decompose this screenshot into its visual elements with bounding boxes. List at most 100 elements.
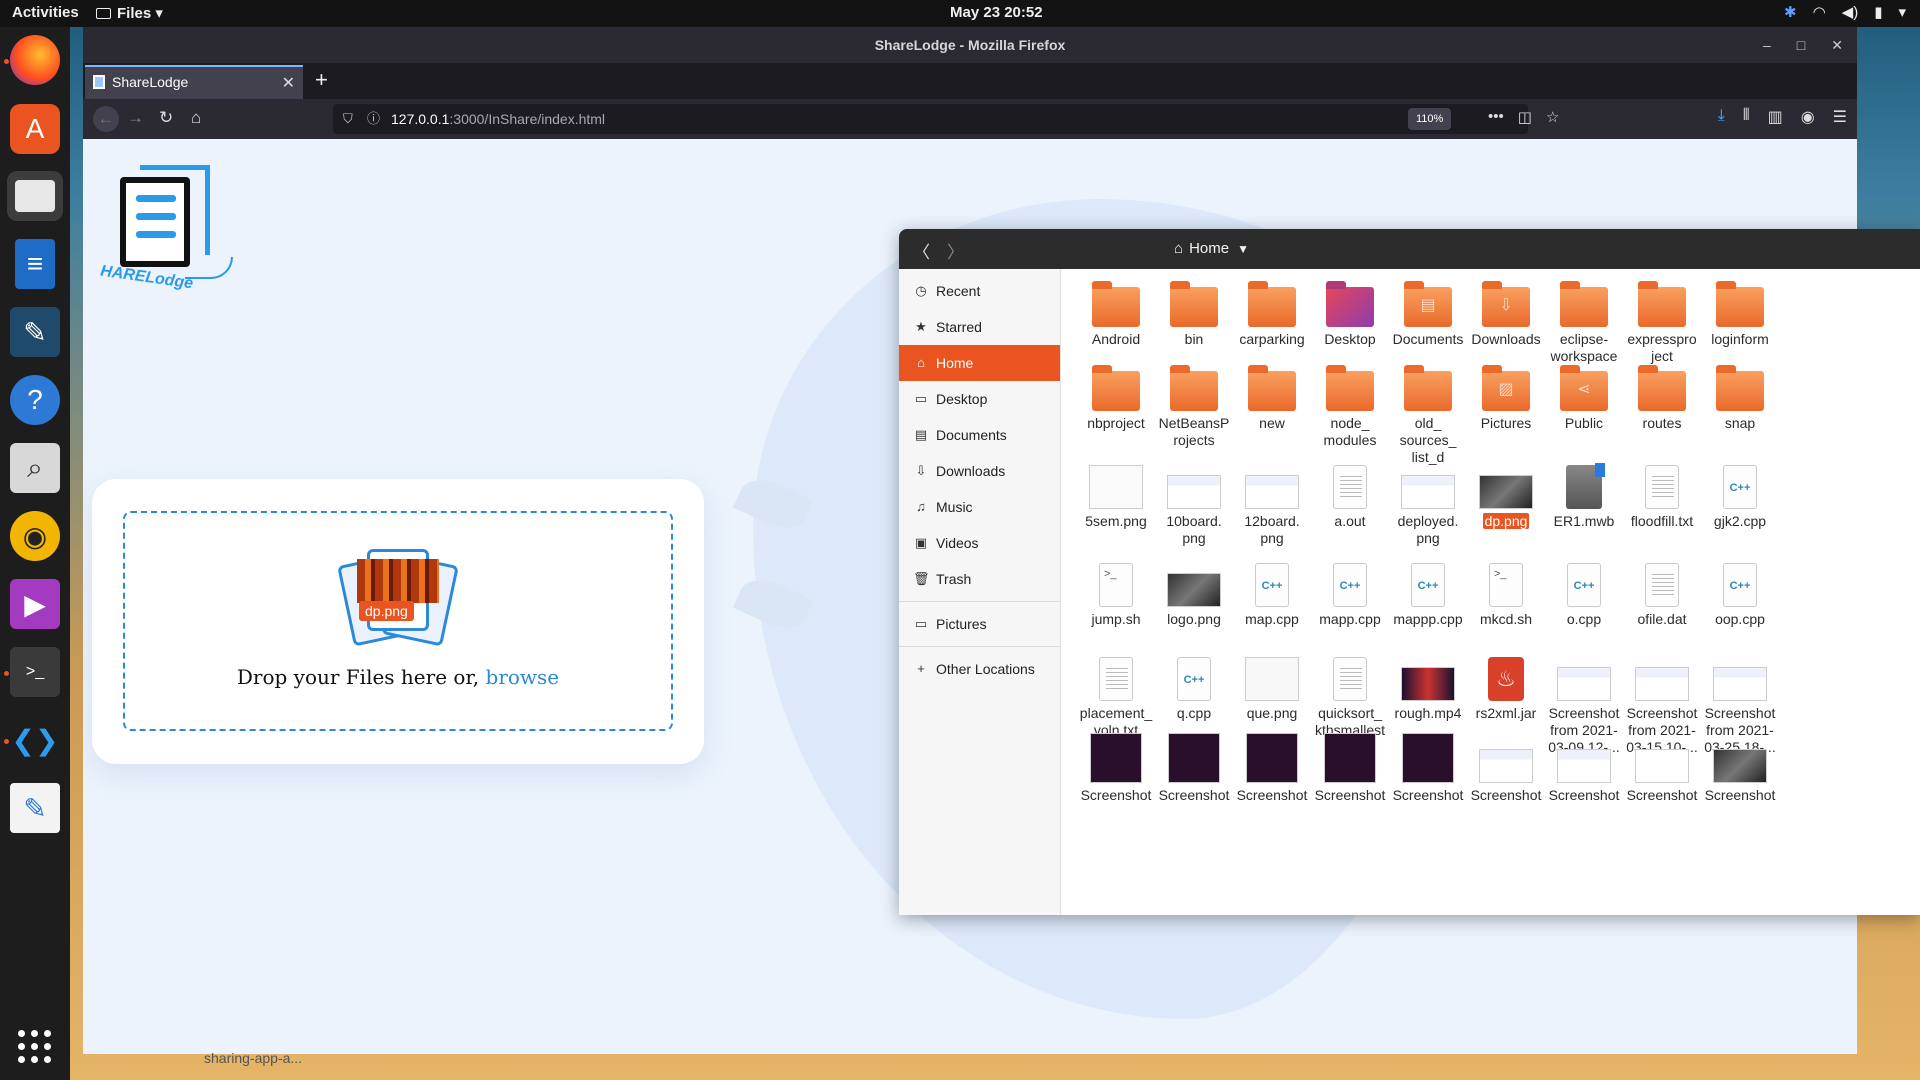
file-item[interactable]: dp.png	[1461, 457, 1551, 530]
volume-icon[interactable]: ◀)	[1842, 3, 1859, 21]
url-bar[interactable]: ⛉ ⓘ 127.0.0.1:3000/InShare/index.html	[333, 104, 1528, 134]
media-player-icon[interactable]: ▶	[10, 579, 60, 629]
file-item[interactable]: bin	[1149, 281, 1239, 348]
file-item[interactable]: Desktop	[1305, 281, 1395, 348]
tab-sharelodge[interactable]: ShareLodge ✕	[85, 65, 303, 99]
ubuntu-software-icon[interactable]: A	[10, 104, 60, 154]
zoom-level-badge[interactable]: 110%	[1408, 108, 1452, 130]
sidebar-item-downloads[interactable]: ⇩ Downloads	[899, 453, 1060, 489]
firefox-icon[interactable]	[10, 35, 60, 85]
files-icon[interactable]	[7, 171, 63, 221]
maximize-icon[interactable]: □	[1797, 27, 1805, 63]
file-item[interactable]: eclipse- workspace	[1539, 281, 1629, 365]
page-actions-icon[interactable]: •••	[1488, 108, 1504, 126]
file-item[interactable]: carparking	[1227, 281, 1317, 348]
file-item[interactable]: placement_ voln.txt	[1071, 649, 1161, 739]
rhythmbox-icon[interactable]: ◉	[10, 511, 60, 561]
file-item[interactable]: Android	[1071, 281, 1161, 348]
sidebar-item-home[interactable]: ⌂ Home	[899, 345, 1060, 381]
sidebar-item-videos[interactable]: ▣ Videos	[899, 525, 1060, 561]
file-item[interactable]: C++ o.cpp	[1539, 561, 1629, 628]
file-item[interactable]: >_ mkcd.sh	[1461, 561, 1551, 628]
sidebar-item-pictures[interactable]: ▭ Pictures	[899, 606, 1060, 642]
forward-icon[interactable]: 〉	[947, 238, 964, 263]
clock[interactable]: May 23 20:52	[950, 4, 1043, 21]
bluetooth-icon[interactable]: ✱	[1784, 3, 1797, 21]
file-item[interactable]: snap	[1695, 365, 1785, 432]
file-item[interactable]: Screenshot	[1149, 731, 1239, 804]
sidebar-item-desktop[interactable]: ▭ Desktop	[899, 381, 1060, 417]
library-icon[interactable]: ⫴	[1743, 107, 1750, 127]
bookmark-star-icon[interactable]: ☆	[1546, 108, 1559, 126]
browse-link[interactable]: browse	[486, 665, 560, 689]
file-item[interactable]: rough.mp4	[1383, 649, 1473, 722]
file-item[interactable]: expresspro ject	[1617, 281, 1707, 365]
file-item[interactable]: node_ modules	[1305, 365, 1395, 449]
file-item[interactable]: que.png	[1227, 649, 1317, 722]
file-item[interactable]: loginform	[1695, 281, 1785, 348]
sidebar-item-recent[interactable]: ◷ Recent	[899, 273, 1060, 309]
file-item[interactable]: deployed. png	[1383, 457, 1473, 547]
file-item[interactable]: C++ q.cpp	[1149, 649, 1239, 722]
tab-close-icon[interactable]: ✕	[282, 73, 295, 93]
file-item[interactable]: Screenshot	[1539, 731, 1629, 804]
file-item[interactable]: NetBeansP rojects	[1149, 365, 1239, 449]
file-item[interactable]: nbproject	[1071, 365, 1161, 432]
file-item[interactable]: >_ jump.sh	[1071, 561, 1161, 628]
account-icon[interactable]: ◉	[1801, 107, 1815, 127]
file-item[interactable]: old_ sources_ list_d	[1383, 365, 1473, 466]
window-titlebar[interactable]: ShareLodge - Mozilla Firefox – □ ✕	[83, 27, 1857, 63]
file-item[interactable]: C++ gjk2.cpp	[1695, 457, 1785, 530]
pocket-icon[interactable]: ◫	[1518, 108, 1532, 126]
file-item[interactable]: C++ mappp.cpp	[1383, 561, 1473, 628]
home-icon[interactable]: ⌂	[191, 108, 201, 128]
file-item[interactable]: C++ oop.cpp	[1695, 561, 1785, 628]
wifi-icon[interactable]: ◠	[1813, 3, 1826, 21]
file-item[interactable]: ⇩ Downloads	[1461, 281, 1551, 348]
tracking-protection-icon[interactable]: ⛉	[343, 104, 353, 134]
site-info-icon[interactable]: ⓘ	[367, 104, 380, 134]
file-item[interactable]: Screenshot	[1461, 731, 1551, 804]
file-item[interactable]: C++ map.cpp	[1227, 561, 1317, 628]
file-item[interactable]: 5sem.png	[1071, 457, 1161, 530]
terminal-icon[interactable]: >_	[10, 647, 60, 697]
file-item[interactable]: ER1.mwb	[1539, 457, 1629, 530]
file-item[interactable]: Screenshot	[1617, 731, 1707, 804]
activities-button[interactable]: Activities	[12, 4, 79, 21]
file-item[interactable]: ▨ Pictures	[1461, 365, 1551, 432]
file-item[interactable]: logo.png	[1149, 561, 1239, 628]
back-icon[interactable]: ←	[93, 106, 119, 132]
menu-icon[interactable]: ☰	[1833, 107, 1847, 127]
power-menu-icon[interactable]: ▾	[1898, 3, 1906, 21]
location-button[interactable]: ⌂ Home ▼	[1174, 240, 1249, 257]
sidebar-item-starred[interactable]: ★ Starred	[899, 309, 1060, 345]
file-item[interactable]: Screenshot	[1383, 731, 1473, 804]
sidebar-item-trash[interactable]: 🗑 Trash	[899, 561, 1060, 597]
sharelodge-logo[interactable]: HARELodge	[90, 157, 240, 292]
file-item[interactable]: new	[1227, 365, 1317, 432]
file-item[interactable]: floodfill.txt	[1617, 457, 1707, 530]
reload-icon[interactable]: ↻	[159, 108, 173, 128]
show-applications-icon[interactable]	[18, 1030, 52, 1064]
file-item[interactable]: ♨ rs2xml.jar	[1461, 649, 1551, 722]
file-item[interactable]: C++ mapp.cpp	[1305, 561, 1395, 628]
help-icon[interactable]: ?	[10, 375, 60, 425]
system-tray[interactable]: ✱ ◠ ◀) ▮ ▾	[1784, 3, 1906, 21]
text-editor-icon[interactable]: ✎	[10, 783, 60, 833]
sidebar-icon[interactable]: ▥	[1768, 107, 1783, 127]
file-item[interactable]: 12board. png	[1227, 457, 1317, 547]
file-item[interactable]: Screenshot	[1305, 731, 1395, 804]
vscode-icon[interactable]: ❮❯	[10, 715, 60, 765]
battery-icon[interactable]: ▮	[1874, 3, 1882, 21]
file-item[interactable]: a.out	[1305, 457, 1395, 530]
back-icon[interactable]: 〈	[913, 238, 930, 263]
file-item[interactable]: Screenshot	[1227, 731, 1317, 804]
file-item[interactable]: Screenshot	[1071, 731, 1161, 804]
minimize-icon[interactable]: –	[1763, 27, 1771, 63]
mysql-workbench-icon[interactable]: ✎	[10, 307, 60, 357]
app-menu-files[interactable]: Files ▾	[96, 4, 163, 22]
file-item[interactable]: ⋖ Public	[1539, 365, 1629, 432]
drop-zone[interactable]: dp.png Drop your Files here or, browse	[123, 511, 673, 731]
file-item[interactable]: ▤ Documents	[1383, 281, 1473, 348]
sidebar-item-music[interactable]: ♫ Music	[899, 489, 1060, 525]
